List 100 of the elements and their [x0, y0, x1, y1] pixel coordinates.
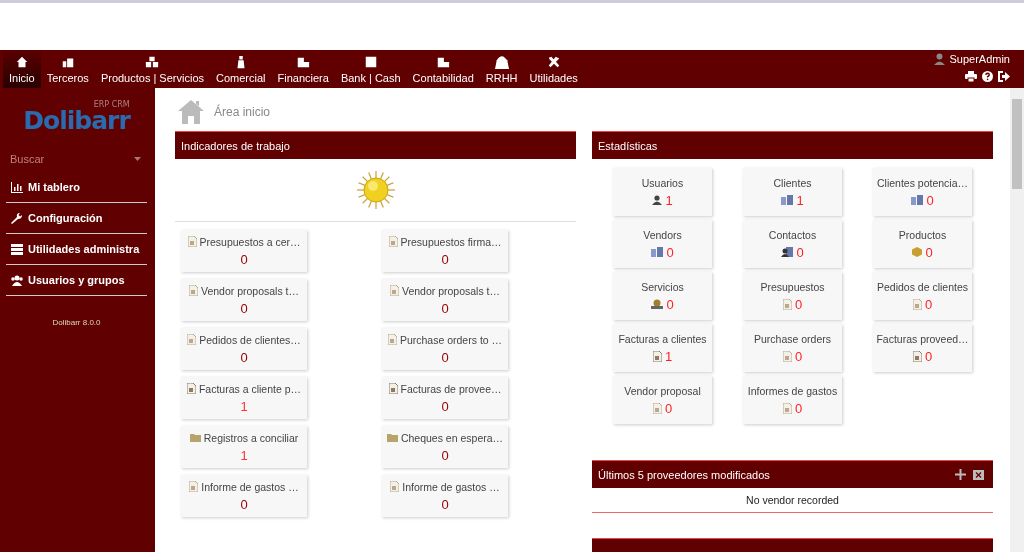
indicator-count: 0 [441, 398, 449, 414]
indicator-card[interactable]: Vendor proposals t… 0 [181, 279, 307, 321]
search-field[interactable]: Buscar [10, 153, 120, 165]
service-icon [651, 299, 664, 309]
indicator-label: Informe de gastos … [402, 480, 500, 493]
indicator-card[interactable]: Informe de gastos … 0 [382, 475, 508, 517]
statistic-card[interactable]: Clientes potencia… 0 [873, 168, 972, 216]
building-icon [651, 247, 664, 257]
document-icon [187, 334, 197, 345]
indicator-label: Facturas de provee… [400, 382, 502, 395]
help-icon[interactable] [982, 71, 993, 82]
user-name[interactable]: SuperAdmin [949, 53, 1010, 65]
statistic-label: Vendor proposal [624, 384, 701, 397]
statistic-count: 0 [794, 296, 803, 312]
sidebar-item[interactable]: Usuarios y grupos [6, 265, 147, 296]
document-icon [912, 298, 922, 310]
document-icon [388, 236, 398, 247]
document-icon [187, 236, 197, 247]
indicator-card[interactable]: Presupuestos firma… 0 [382, 230, 508, 272]
indicator-label: Cheques en espera… [400, 431, 504, 444]
move-icon[interactable] [955, 469, 966, 480]
statistic-card[interactable]: Purchase orders 0 [743, 324, 842, 372]
document-icon [189, 481, 199, 492]
document-icon [912, 350, 922, 362]
sidebar-item[interactable]: Configuración [6, 203, 147, 234]
sidebar-item[interactable]: Mi tablero [6, 172, 147, 203]
menu-tab[interactable]: Contabilidad [406, 50, 480, 88]
menu-tab[interactable]: RRHH [479, 50, 524, 88]
indicator-label: Informe de gastos … [201, 480, 299, 493]
indicator-card[interactable]: Purchase orders to … 0 [382, 328, 508, 370]
statistic-count: 0 [926, 192, 934, 208]
statistic-card[interactable]: Productos 0 [873, 220, 972, 268]
indicator-card[interactable]: Vendor proposals t… 0 [382, 279, 508, 321]
menu-tab[interactable]: Financiera [271, 50, 335, 88]
menu-tab[interactable]: Comercial [210, 50, 272, 88]
sidebar-item[interactable]: Utilidades administra [6, 234, 147, 265]
statistic-card[interactable]: Clientes 1 [743, 168, 842, 216]
statistic-label: Informes de gastos [747, 384, 838, 397]
menu-tab[interactable]: Utilidades [523, 50, 584, 88]
indicator-card[interactable]: Presupuestos a cer… 0 [181, 230, 307, 272]
statistic-card[interactable]: Usuarios 1 [613, 168, 712, 216]
box-icon [912, 247, 923, 257]
indicator-card[interactable]: Facturas a cliente p… 1 [181, 377, 307, 419]
statistic-label: Facturas proveed… [876, 332, 969, 345]
menu-tab[interactable]: Bank | Cash [334, 50, 407, 88]
menu-tab[interactable]: Productos | Servicios [94, 50, 210, 88]
statistic-card[interactable]: Contactos 0 [743, 220, 842, 268]
statistic-count: 0 [796, 244, 804, 260]
statistic-card[interactable]: Presupuestos 0 [743, 272, 842, 320]
statistic-count: 0 [794, 400, 803, 416]
contact-icon [781, 247, 794, 257]
print-icon[interactable] [965, 71, 977, 82]
indicator-card[interactable]: Cheques en espera… 0 [382, 426, 508, 468]
indicator-count: 0 [240, 496, 248, 512]
statistic-card[interactable]: Facturas proveed… 0 [873, 324, 972, 372]
sun-icon [355, 170, 396, 210]
indicator-count: 0 [240, 251, 248, 267]
list-icon [11, 243, 23, 255]
indicator-card[interactable]: Pedidos de clientes… 0 [181, 328, 307, 370]
statistic-card[interactable]: Vendors 0 [613, 220, 712, 268]
indicator-card[interactable]: Registros a conciliar 1 [181, 426, 307, 468]
close-icon[interactable] [973, 469, 984, 480]
boxes-icon [145, 54, 160, 69]
indicator-label: Facturas a cliente p… [198, 382, 302, 395]
statistic-card[interactable]: Informes de gastos 0 [743, 376, 842, 424]
statistic-count: 0 [924, 348, 933, 364]
indicator-card[interactable]: Informe de gastos … 0 [181, 475, 307, 517]
user-icon [652, 195, 663, 205]
indicator-label: Vendor proposals t… [200, 284, 300, 297]
scrollbar[interactable] [1010, 88, 1024, 552]
indicator-label: Presupuestos firma… [400, 235, 502, 248]
logo[interactable]: ERP CRM Dolibarr [21, 100, 132, 138]
statistic-label: Clientes [773, 176, 812, 189]
logout-icon[interactable] [998, 71, 1010, 82]
indicator-card[interactable]: Facturas de provee… 0 [382, 377, 508, 419]
menu-tab[interactable]: Inicio [3, 50, 41, 88]
building-icon [781, 195, 794, 205]
indicator-count: 0 [441, 349, 449, 365]
folder-icon [189, 433, 201, 442]
indicator-count: 0 [240, 300, 248, 316]
document-icon [390, 481, 400, 492]
indicator-label: Pedidos de clientes… [199, 333, 301, 346]
statistic-label: Facturas a clientes [618, 332, 707, 345]
statistic-card[interactable]: Pedidos de clientes 0 [873, 272, 972, 320]
statistic-label: Clientes potencia… [876, 176, 969, 189]
statistic-count: 1 [665, 192, 673, 208]
statistic-count: 1 [664, 348, 673, 364]
menu-tab[interactable]: Terceros [40, 50, 95, 88]
statistic-count: 0 [664, 400, 673, 416]
chart-icon [11, 181, 23, 193]
statistic-count: 0 [666, 296, 674, 312]
document-icon [652, 402, 662, 414]
document-icon [782, 350, 792, 362]
document-icon [388, 383, 398, 394]
statistic-card[interactable]: Vendor proposal 0 [613, 376, 712, 424]
caret-icon [134, 157, 141, 161]
indicator-label: Vendor proposals t… [401, 284, 501, 297]
statistic-card[interactable]: Facturas a clientes 1 [613, 324, 712, 372]
statistic-label: Usuarios [641, 176, 684, 189]
statistic-card[interactable]: Servicios 0 [613, 272, 712, 320]
